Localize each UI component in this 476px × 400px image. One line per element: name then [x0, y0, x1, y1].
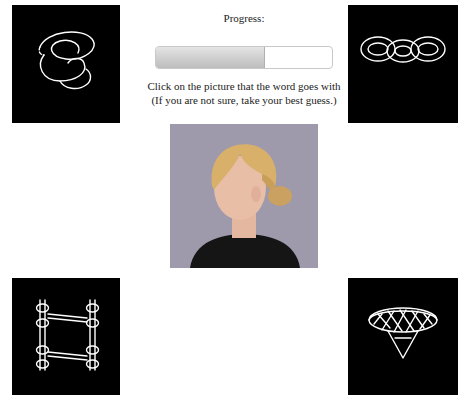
- lamp-icon: [348, 278, 458, 395]
- instruction-line: (If you are not sure, take your best gue…: [147, 93, 340, 107]
- frame-icon: [12, 278, 120, 395]
- instructions: Click on the picture that the word goes …: [147, 79, 340, 107]
- face-photo: [170, 124, 318, 268]
- task-page: Progress: Click on the picture that the w…: [0, 0, 476, 400]
- picture-choice[interactable]: [12, 5, 120, 123]
- picture-choice[interactable]: [12, 278, 120, 395]
- instruction-line: Click on the picture that the word goes …: [147, 79, 340, 93]
- progress-fill: [156, 47, 265, 68]
- picture-choice[interactable]: [348, 278, 458, 395]
- task-center: Progress: Click on the picture that the w…: [120, 5, 348, 395]
- chain-icon: [348, 5, 458, 123]
- picture-choice[interactable]: [348, 5, 458, 123]
- progress-label: Progress:: [224, 11, 265, 25]
- progress-track: [155, 46, 333, 69]
- knot-icon: [12, 5, 120, 123]
